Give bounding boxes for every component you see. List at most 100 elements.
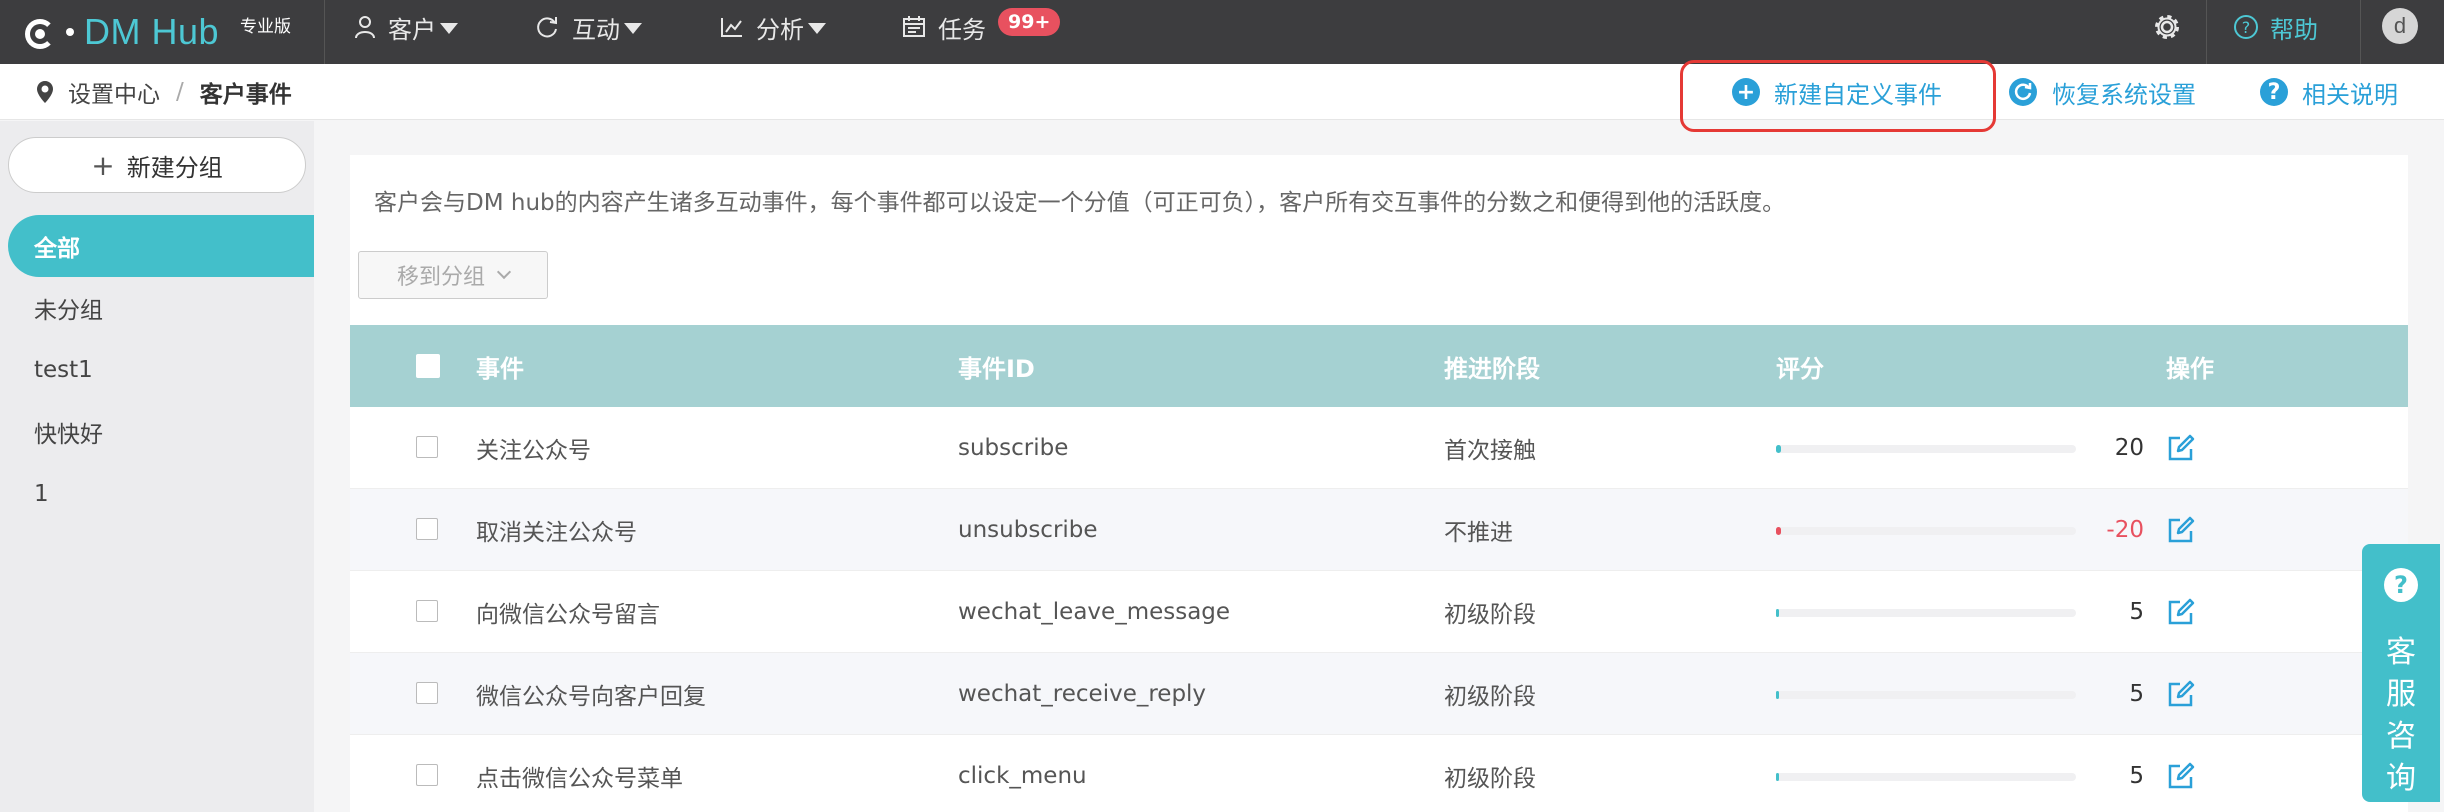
chevron-down-icon [440, 22, 458, 34]
customer-service-widget[interactable]: ? 客服咨询 [2362, 544, 2440, 802]
group-item-test1[interactable]: test1 [8, 339, 314, 401]
score-bar [1776, 691, 2076, 699]
score-value: -20 [2106, 517, 2144, 543]
logo-icon [22, 13, 60, 51]
score-value: 5 [2129, 599, 2144, 625]
related-help-label: 相关说明 [2302, 80, 2398, 109]
new-group-button[interactable]: + 新建分组 [8, 137, 306, 193]
score-bar [1776, 773, 2076, 781]
group-item-kuaikuaihao[interactable]: 快快好 [8, 401, 314, 463]
score-value: 20 [2114, 435, 2144, 461]
chevron-down-icon [496, 264, 512, 280]
breadcrumb-settings-center[interactable]: 设置中心 [68, 75, 160, 109]
score-bar-fill [1776, 691, 1779, 699]
score-bar-fill [1776, 773, 1779, 781]
column-event: 事件 [476, 354, 524, 383]
edit-icon[interactable] [2166, 433, 2196, 463]
restore-system-settings-button[interactable]: 恢复系统设置 [2008, 64, 2196, 120]
group-item-ungrouped[interactable]: 未分组 [8, 277, 314, 339]
score-bar-fill [1776, 609, 1779, 617]
edition-label: 专业版 [240, 17, 291, 37]
chevron-down-icon [808, 22, 826, 34]
gear-icon[interactable] [2152, 12, 2182, 42]
nav-tasks[interactable]: 任务 [902, 0, 986, 54]
column-stage: 推进阶段 [1444, 354, 1540, 383]
event-name-cell: 取消关注公众号 [476, 520, 637, 546]
event-id-cell: unsubscribe [958, 517, 1098, 543]
calendar-icon [903, 16, 925, 37]
nav-interaction[interactable]: 互动 [534, 0, 642, 54]
user-icon [355, 16, 375, 39]
question-icon: ? [2234, 15, 2258, 39]
description-text: 客户会与DM hub的内容产生诸多互动事件，每个事件都可以设定一个分值（可正可负… [374, 190, 1786, 216]
restore-icon [2009, 78, 2037, 106]
nav-divider [2360, 0, 2361, 64]
stage-cell: 首次接触 [1444, 438, 1536, 464]
row-checkbox[interactable] [416, 600, 438, 622]
row-checkbox[interactable] [416, 436, 438, 458]
event-id-cell: wechat_leave_message [958, 599, 1231, 625]
score-bar-fill [1776, 527, 1781, 535]
score-bar [1776, 445, 2076, 453]
breadcrumb-separator: / [176, 79, 184, 105]
event-panel: 客户会与DM hub的内容产生诸多互动事件，每个事件都可以设定一个分值（可正可负… [350, 155, 2408, 812]
event-name-cell: 点击微信公众号菜单 [476, 766, 683, 792]
new-group-label: 新建分组 [126, 153, 223, 182]
edit-icon[interactable] [2166, 597, 2196, 627]
event-id-cell: click_menu [958, 763, 1087, 789]
breadcrumb: 设置中心 / 客户事件 [36, 64, 292, 120]
group-item-1[interactable]: 1 [8, 463, 314, 525]
event-id-cell: subscribe [958, 435, 1069, 461]
column-actions: 操作 [2166, 354, 2214, 383]
top-navbar: DM Hub 专业版 客户 互动 分析 任务 99+ ? 帮助 d [0, 0, 2444, 64]
customer-service-label: 客服咨询 [2386, 635, 2416, 796]
column-event-id: 事件ID [958, 354, 1035, 383]
breadcrumb-current: 客户事件 [199, 82, 292, 108]
row-checkbox[interactable] [416, 682, 438, 704]
table-row: 关注公众号 subscribe 首次接触 20 [350, 407, 2408, 489]
brand-name: DM Hub [84, 11, 220, 52]
score-bar [1776, 527, 2076, 535]
event-name-cell: 微信公众号向客户回复 [476, 684, 706, 710]
move-to-group-label: 移到分组 [396, 265, 485, 290]
table-row: 微信公众号向客户回复 wechat_receive_reply 初级阶段 5 [350, 653, 2408, 735]
nav-customer[interactable]: 客户 [354, 0, 458, 54]
nav-tasks-label: 任务 [938, 15, 986, 44]
highlight-box [1680, 60, 1996, 132]
edit-icon[interactable] [2166, 679, 2196, 709]
restore-system-settings-label: 恢复系统设置 [2052, 80, 2196, 109]
edit-icon[interactable] [2166, 761, 2196, 791]
row-checkbox[interactable] [416, 518, 438, 540]
select-all-checkbox[interactable] [416, 354, 440, 378]
chart-icon [721, 18, 742, 37]
event-id-cell: wechat_receive_reply [958, 681, 1207, 707]
help-link[interactable]: ? 帮助 [2234, 0, 2318, 54]
row-checkbox[interactable] [416, 764, 438, 786]
avatar[interactable]: d [2382, 8, 2418, 44]
nav-analytics[interactable]: 分析 [720, 0, 826, 54]
action-bar: 设置中心 / 客户事件 + 新建自定义事件 恢复系统设置 ? 相关说明 [0, 64, 2444, 120]
score-bar [1776, 609, 2076, 617]
table-row: 点击微信公众号菜单 click_menu 初级阶段 5 [350, 735, 2408, 812]
related-help-button[interactable]: ? 相关说明 [2260, 64, 2398, 120]
group-sidebar: + 新建分组 全部 未分组 test1 快快好 1 [0, 121, 314, 812]
event-name-cell: 关注公众号 [476, 438, 591, 464]
logo-dot [66, 28, 74, 36]
nav-customer-label: 客户 [388, 15, 436, 44]
stage-cell: 初级阶段 [1444, 766, 1536, 792]
edit-icon[interactable] [2166, 515, 2196, 545]
nav-divider [324, 0, 325, 64]
table-row: 向微信公众号留言 wechat_leave_message 初级阶段 5 [350, 571, 2408, 653]
score-value: 5 [2129, 681, 2144, 707]
table-header: 事件 事件ID 推进阶段 评分 操作 [350, 325, 2408, 407]
event-name-cell: 向微信公众号留言 [476, 602, 660, 628]
group-item-all[interactable]: 全部 [8, 215, 314, 277]
logo[interactable]: DM Hub [22, 10, 219, 54]
score-bar-fill [1776, 445, 1781, 453]
stage-cell: 不推进 [1444, 520, 1513, 546]
nav-analytics-label: 分析 [756, 15, 804, 44]
task-count-badge: 99+ [998, 8, 1061, 36]
stage-cell: 初级阶段 [1444, 684, 1536, 710]
move-to-group-dropdown[interactable]: 移到分组 [358, 251, 548, 299]
refresh-icon [537, 17, 557, 38]
